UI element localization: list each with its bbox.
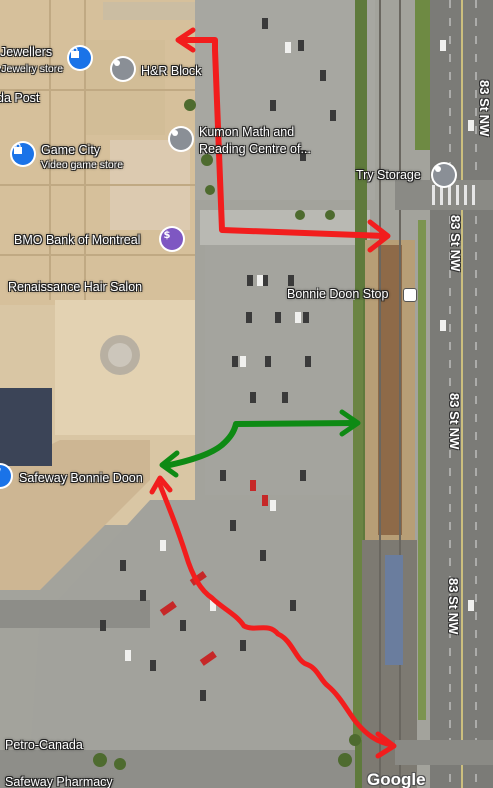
place-pin-icon[interactable]	[112, 58, 134, 80]
road-label-83-st-4: 83 St NW	[446, 578, 461, 635]
transit-icon[interactable]	[403, 288, 417, 302]
place-bmo[interactable]: BMO Bank of Montreal	[14, 233, 140, 247]
place-pin-icon[interactable]	[433, 164, 455, 186]
place-jewellers[interactable]: Jewellers	[0, 45, 52, 59]
road-label-83-st-3: 83 St NW	[447, 393, 462, 450]
shopping-bag-icon[interactable]	[69, 47, 91, 69]
google-attribution: Google	[367, 770, 426, 788]
place-safeway[interactable]: Safeway Bonnie Doon	[19, 471, 143, 485]
road-label-83-st-1: 83 St NW	[477, 80, 492, 137]
place-game-city[interactable]: Game City	[41, 143, 100, 157]
map-imagery	[0, 0, 493, 788]
shopping-bag-icon[interactable]	[12, 143, 34, 165]
place-safeway-pharmacy[interactable]: Safeway Pharmacy	[5, 775, 113, 788]
dollar-icon[interactable]: $	[161, 228, 183, 250]
road-label-83-st-2: 83 St NW	[448, 215, 463, 272]
game-city-subtitle: Video game store	[41, 159, 124, 171]
jewellers-name: Jewellers	[0, 45, 53, 59]
jewellers-subtitle-line: yJewelry store	[0, 63, 64, 75]
place-bonnie-doon-stop[interactable]: Bonnie Doon Stop	[287, 287, 388, 301]
satellite-map[interactable]: Jewellers yJewelry store da Post H&R Blo…	[0, 0, 493, 788]
svg-text:$: $	[164, 230, 171, 240]
place-try-storage[interactable]: Try Storage	[356, 168, 421, 182]
place-hr-block[interactable]: H&R Block	[141, 64, 201, 78]
place-pin-icon[interactable]	[170, 128, 192, 150]
lrt-train	[385, 555, 403, 665]
place-renaissance[interactable]: Renaissance Hair Salon	[8, 280, 142, 294]
place-kumon-line1[interactable]: Kumon Math and	[199, 125, 294, 139]
place-kumon-line2[interactable]: Reading Centre of...	[199, 142, 311, 156]
place-post[interactable]: da Post	[0, 91, 39, 105]
place-petro-canada[interactable]: Petro-Canada	[5, 738, 83, 752]
dark-roof	[0, 388, 52, 466]
